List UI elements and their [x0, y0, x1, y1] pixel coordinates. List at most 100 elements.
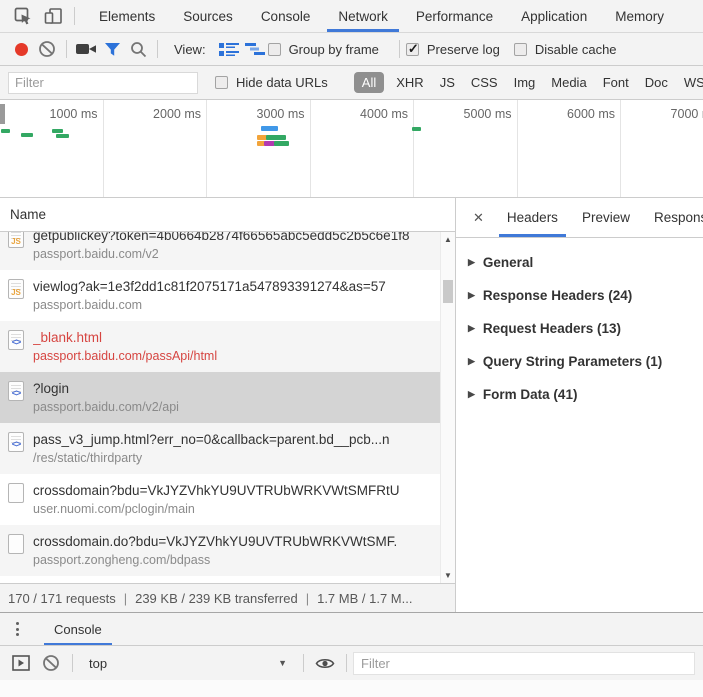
clear-console-icon[interactable] [36, 650, 66, 676]
console-sidebar-icon[interactable] [6, 650, 36, 676]
request-row[interactable]: crossdomain?bdu=VkJYZVhkYU9UVTRUbWRKVWtS… [0, 474, 455, 525]
vertical-scrollbar[interactable]: ▲ ▼ [440, 232, 455, 583]
preserve-log-checkbox[interactable]: Preserve log [405, 41, 500, 57]
disclosure-triangle-icon: ▶ [468, 323, 475, 333]
drawer-tab-console[interactable]: Console [42, 613, 114, 645]
html-file-icon: <> [8, 381, 24, 401]
section-form-data-41[interactable]: ▶ Form Data (41) [456, 378, 703, 411]
network-filter-input[interactable] [8, 71, 198, 94]
checkbox-box [267, 42, 281, 56]
timeline-tick-label: 1000 ms [49, 107, 98, 121]
timeline-tick-label: 2000 ms [153, 107, 201, 121]
details-tab-headers[interactable]: Headers [495, 198, 570, 237]
tab-console[interactable]: Console [247, 0, 325, 32]
request-text: pass_v3_jump.html?err_no=0&callback=pare… [33, 430, 435, 468]
timeline-request-bar [274, 141, 289, 146]
checkbox-label: Group by frame [288, 41, 379, 57]
section-general[interactable]: ▶ General [456, 246, 703, 279]
disclosure-triangle-icon: ▶ [468, 389, 475, 399]
section-response-headers-24[interactable]: ▶ Response Headers (24) [456, 279, 703, 312]
tab-memory[interactable]: Memory [601, 0, 678, 32]
section-label: General [482, 255, 534, 270]
section-label: Form Data (41) [482, 387, 578, 402]
details-tab-preview[interactable]: Preview [570, 198, 642, 237]
scrollbar-thumb[interactable] [443, 280, 453, 303]
details-tab-response[interactable]: Response [642, 198, 703, 237]
requests-count: 170 / 171 requests [8, 590, 116, 606]
request-row[interactable]: JS viewlog?ak=1e3f2dd1c81f2075171a5478933… [0, 270, 455, 321]
request-row[interactable]: crossdomain.do?bdu=VkJYZVhkYU9UVTRUbWRKV… [0, 525, 455, 576]
type-filter-doc[interactable]: Doc [641, 72, 672, 93]
type-filter-font[interactable]: Font [599, 72, 633, 93]
network-content: Name JS getpublickey?token=4b0664b2874f66… [0, 198, 703, 612]
timeline-tick-label: 7000 ms [670, 107, 703, 121]
divider [346, 654, 347, 672]
request-row[interactable]: <> _blank.html passport.baidu.com/passApi/… [0, 321, 455, 372]
request-row[interactable]: <> ?login passport.baidu.com/v2/api [0, 372, 455, 423]
chevron-down-icon: ▼ [278, 658, 287, 668]
request-name: _blank.html [33, 330, 103, 345]
type-filter-ws[interactable]: WS [680, 72, 703, 93]
request-name: viewlog?ak=1e3f2dd1c81f2075171a547893391… [33, 279, 386, 294]
network-overview-timeline[interactable]: 1000 ms 2000 ms 3000 ms 4000 ms 5000 ms 6000 … [0, 100, 703, 198]
timeline-tick-label: 6000 ms [567, 107, 615, 121]
scroll-up-arrow-icon[interactable]: ▲ [441, 232, 455, 247]
requests-list-viewport: JS getpublickey?token=4b0664b2874f66565ab… [0, 232, 455, 583]
tab-network[interactable]: Network [324, 0, 402, 32]
request-path: passport.baidu.com/v2 [33, 247, 159, 261]
large-rows-list-icon[interactable] [216, 36, 242, 62]
type-filter-all[interactable]: All [353, 72, 385, 93]
type-filter-js[interactable]: JS [436, 72, 459, 93]
tab-application[interactable]: Application [507, 0, 601, 32]
type-filter-xhr[interactable]: XHR [392, 72, 427, 93]
type-filter-css[interactable]: CSS [467, 72, 502, 93]
execution-context-selector[interactable]: top ▼ [79, 656, 297, 671]
network-toolbar: View: Group by frame Preserve log Disable … [0, 33, 703, 66]
timeline-gridline: 6000 ms [518, 100, 621, 197]
device-toolbar-icon[interactable] [38, 3, 68, 29]
timeline-gridline: 1000 ms [0, 100, 104, 197]
drawer-menu-icon[interactable] [0, 613, 34, 645]
request-details-panel: ✕ HeadersPreviewResponse ▶ General ▶ Respon… [456, 198, 703, 612]
tab-performance[interactable]: Performance [402, 0, 507, 32]
inspect-element-icon[interactable] [8, 3, 38, 29]
timeline-gridline: 2000 ms [104, 100, 207, 197]
divider [157, 40, 158, 58]
request-row[interactable]: JS getpublickey?token=4b0664b2874f66565ab… [0, 232, 455, 270]
timeline-request-bar [412, 127, 421, 131]
request-name: ?login [33, 381, 70, 396]
console-drawer: Console top ▼ [0, 612, 703, 697]
name-column-header[interactable]: Name [0, 198, 455, 232]
section-request-headers-13[interactable]: ▶ Request Headers (13) [456, 312, 703, 345]
clear-icon[interactable] [34, 36, 60, 62]
section-query-string-parameters-1[interactable]: ▶ Query String Parameters (1) [456, 345, 703, 378]
scroll-down-arrow-icon[interactable]: ▼ [441, 568, 455, 583]
requests-list: JS getpublickey?token=4b0664b2874f66565ab… [0, 232, 455, 576]
disable-cache-checkbox[interactable]: Disable cache [513, 42, 617, 57]
requests-panel: Name JS getpublickey?token=4b0664b2874f66… [0, 198, 456, 612]
screenshots-camera-icon[interactable] [73, 36, 99, 62]
timeline-request-bar [52, 129, 63, 133]
tabbar-icons [0, 0, 81, 32]
timeline-gridline: 7000 ms [621, 100, 703, 197]
request-text: crossdomain?bdu=VkJYZVhkYU9UVTRUbWRKVWtS… [33, 481, 435, 519]
disclosure-triangle-icon: ▶ [468, 290, 475, 300]
close-details-icon[interactable]: ✕ [462, 198, 495, 237]
type-filter-img[interactable]: Img [510, 72, 540, 93]
group-by-frame-checkbox[interactable]: Group by frame [267, 41, 379, 57]
filter-funnel-icon[interactable] [99, 36, 125, 62]
record-network-log-icon[interactable] [8, 36, 34, 62]
tab-elements[interactable]: Elements [85, 0, 169, 32]
hide-data-urls-checkbox[interactable]: Hide data URLs [215, 75, 328, 90]
timeline-gridline: 3000 ms [207, 100, 311, 197]
tab-sources[interactable]: Sources [169, 0, 247, 32]
console-filter-input[interactable] [353, 651, 695, 675]
search-icon[interactable] [125, 36, 151, 62]
type-filter-media[interactable]: Media [547, 72, 590, 93]
request-text: viewlog?ak=1e3f2dd1c81f2075171a547893391… [33, 277, 435, 315]
waterfall-icon[interactable] [242, 36, 268, 62]
request-path: passport.baidu.com [33, 298, 143, 312]
live-expression-eye-icon[interactable] [310, 650, 340, 676]
timeline-request-bar [261, 126, 278, 131]
request-row[interactable]: <> pass_v3_jump.html?err_no=0&callback=pa… [0, 423, 455, 474]
